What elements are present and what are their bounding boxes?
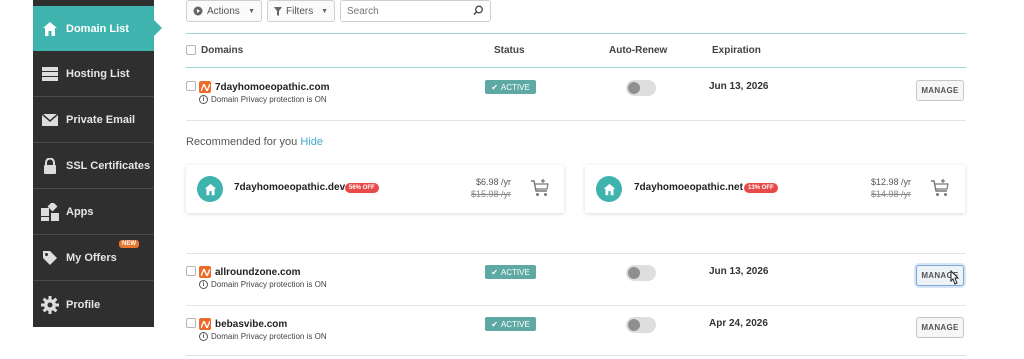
header-auto-renew: Auto-Renew [609, 45, 668, 56]
sidebar-item-domain-list[interactable]: Domain List [33, 6, 162, 51]
funnel-icon [274, 6, 282, 16]
check-icon: ✔ [491, 267, 498, 277]
recommendation-card: 7dayhomoeopathic.dev 56% OFF $6.98 /yr $… [186, 165, 564, 213]
lock-icon [41, 157, 59, 175]
filters-label: Filters [286, 5, 314, 17]
search-input[interactable] [347, 5, 467, 17]
privacy-status: i Domain Privacy protection is ON [199, 95, 327, 104]
server-icon [41, 65, 59, 83]
manage-button[interactable]: MANAGE [916, 317, 964, 338]
price: $6.98 /yr [475, 177, 511, 187]
add-to-cart-icon[interactable] [531, 179, 550, 202]
privacy-status: i Domain Privacy protection is ON [199, 280, 327, 289]
privacy-text: Domain Privacy protection is ON [211, 95, 327, 104]
actions-dropdown[interactable]: Actions ▼ [186, 0, 262, 22]
sidebar-item-label: Hosting List [66, 68, 130, 80]
actions-label: Actions [207, 5, 240, 17]
status-badge: ✔ ACTIVE [485, 265, 536, 279]
gear-icon [41, 295, 59, 314]
old-price: $14.98 /yr [870, 189, 911, 199]
mouse-pointer-icon [950, 270, 960, 285]
play-icon [193, 6, 203, 16]
namecheap-logo-icon [199, 81, 211, 93]
status-badge: ✔ ACTIVE [485, 80, 536, 94]
header-expiration: Expiration [712, 45, 761, 56]
sidebar-item-label: Apps [66, 206, 94, 218]
discount-badge: 56% OFF [345, 183, 379, 193]
row-checkbox[interactable] [186, 81, 196, 91]
manage-button[interactable]: MANAGE [916, 80, 964, 101]
status-text: ACTIVE [500, 267, 530, 277]
new-badge: NEW [119, 240, 139, 248]
auto-renew-toggle[interactable] [626, 317, 656, 333]
recommended-section-title: Recommended for you Hide [186, 136, 323, 148]
header-status: Status [494, 45, 525, 56]
row-divider [186, 253, 966, 254]
privacy-text: Domain Privacy protection is ON [211, 332, 327, 341]
expiration-date: Jun 13, 2026 [709, 266, 769, 277]
filters-dropdown[interactable]: Filters ▼ [267, 0, 335, 22]
envelope-icon [41, 111, 59, 129]
header-domains: Domains [201, 45, 244, 56]
header-divider-bottom [186, 67, 966, 68]
header-divider [186, 33, 966, 34]
sidebar-item-label: Profile [66, 298, 101, 311]
sidebar-item-label: Domain List [66, 22, 129, 35]
price: $12.98 /yr [870, 177, 911, 187]
status-text: ACTIVE [500, 319, 530, 329]
namecheap-logo-icon [199, 318, 211, 330]
sidebar-item-profile[interactable]: Profile [33, 282, 154, 327]
recommended-title: Recommended for you [186, 136, 298, 148]
auto-renew-toggle[interactable] [626, 265, 656, 281]
privacy-text: Domain Privacy protection is ON [211, 280, 327, 289]
house-icon [596, 176, 622, 202]
expiration-date: Jun 13, 2026 [709, 81, 769, 92]
expiration-date: Apr 24, 2026 [709, 318, 768, 329]
search-icon[interactable] [473, 5, 484, 16]
privacy-status: i Domain Privacy protection is ON [199, 332, 327, 341]
discount-badge: 13% OFF [744, 183, 778, 193]
sidebar-item-hosting-list[interactable]: Hosting List [33, 52, 154, 97]
tag-icon [41, 249, 59, 267]
info-icon: i [199, 280, 208, 289]
domain-name[interactable]: 7dayhomoeopathic.com [215, 82, 329, 93]
chevron-down-icon: ▼ [321, 7, 328, 15]
sidebar-item-ssl-certificates[interactable]: SSL Certificates [33, 144, 154, 189]
check-icon: ✔ [491, 319, 498, 329]
old-price: $15.98 /yr [470, 189, 511, 199]
sidebar-item-apps[interactable]: Apps [33, 190, 154, 235]
check-icon: ✔ [491, 82, 498, 92]
hide-link[interactable]: Hide [300, 136, 323, 148]
sidebar-item-label: My Offers [66, 252, 117, 264]
domain-name[interactable]: bebasvibe.com [215, 319, 287, 330]
row-divider [186, 305, 966, 306]
auto-renew-toggle[interactable] [626, 80, 656, 96]
recommended-domain: 7dayhomoeopathic.net [634, 182, 743, 193]
recommended-domain: 7dayhomoeopathic.dev [234, 182, 346, 193]
recommendation-card: 7dayhomoeopathic.net 13% OFF $12.98 /yr … [585, 165, 965, 213]
status-badge: ✔ ACTIVE [485, 317, 536, 331]
add-to-cart-icon[interactable] [931, 179, 950, 202]
row-divider [186, 355, 966, 356]
house-icon [197, 176, 223, 202]
info-icon: i [199, 332, 208, 341]
row-divider [186, 120, 966, 121]
sidebar: Domain List Hosting List Private Email S… [33, 0, 162, 327]
domain-name[interactable]: allroundzone.com [215, 267, 301, 278]
row-checkbox[interactable] [186, 318, 196, 328]
search-box [340, 0, 491, 22]
house-icon [41, 20, 59, 38]
sidebar-item-label: Private Email [66, 114, 136, 126]
apps-icon [41, 203, 59, 221]
sidebar-item-label: SSL Certificates [66, 160, 151, 172]
sidebar-item-private-email[interactable]: Private Email [33, 98, 154, 143]
chevron-down-icon: ▼ [248, 7, 255, 15]
namecheap-logo-icon [199, 266, 211, 278]
row-checkbox[interactable] [186, 266, 196, 276]
status-text: ACTIVE [500, 82, 530, 92]
info-icon: i [199, 95, 208, 104]
sidebar-item-my-offers[interactable]: My Offers NEW [33, 236, 154, 281]
select-all-checkbox[interactable] [186, 45, 196, 55]
